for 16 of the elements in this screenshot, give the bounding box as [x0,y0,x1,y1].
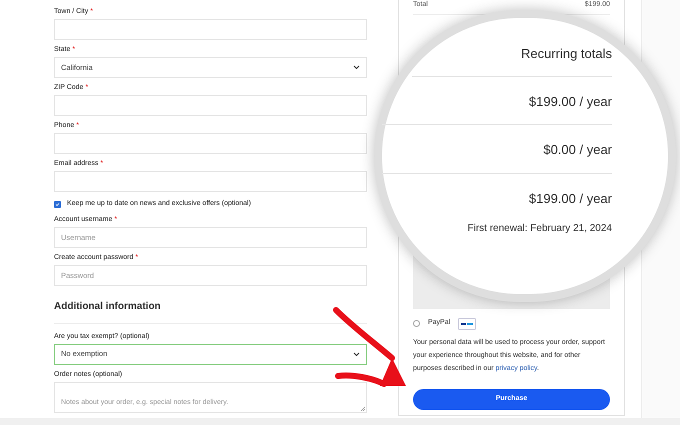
paypal-logo-icon [458,318,476,330]
input-field[interactable] [54,171,367,192]
chevron-down-icon [353,65,360,70]
recurring-amount: $199.00 / year [528,190,612,208]
recurring-amount: $0.00 / year [382,125,612,174]
first-renewal-text: First renewal: February 21, 2024 [467,222,612,236]
resize-handle-icon [360,406,365,410]
input-field[interactable] [54,95,367,116]
input-field[interactable] [54,133,367,154]
recurring-totals-title: Recurring totals [412,44,612,76]
input-field[interactable] [54,19,367,40]
section-heading: Additional information [54,298,367,324]
chevron-down-icon [353,352,360,356]
checkbox[interactable] [54,200,61,208]
radio-button[interactable] [413,320,420,327]
recurring-amount: $199.00 / year [382,76,612,125]
